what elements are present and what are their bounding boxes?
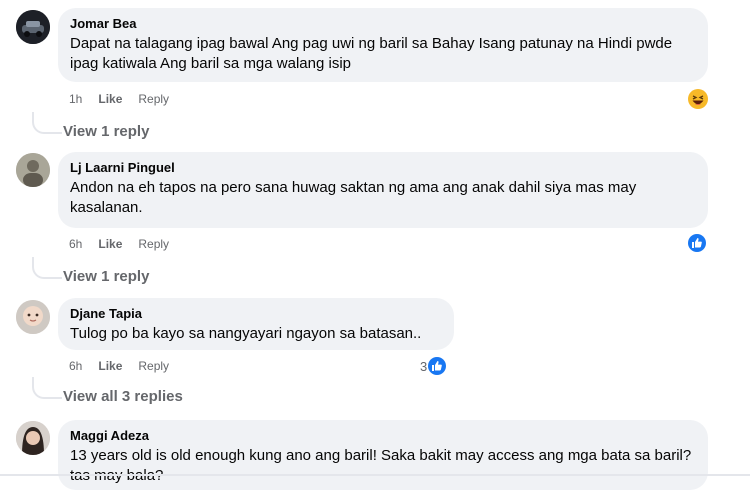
avatar-car-image [16, 10, 50, 44]
reaction-summary[interactable] [688, 234, 706, 252]
comment-text: Tulog po ba kayo sa nangyayari ngayon sa… [70, 325, 422, 342]
reply-thread-line [32, 112, 62, 134]
commenter-name[interactable]: Lj Laarni Pinguel [70, 160, 696, 176]
commenter-name[interactable]: Maggi Adeza [70, 428, 696, 444]
like-button[interactable]: Like [98, 237, 122, 251]
comment-text: Dapat na talagang ipag bawal Ang pag uwi… [70, 35, 673, 72]
like-button[interactable]: Like [98, 359, 122, 373]
comment-time[interactable]: 1h [69, 92, 82, 106]
reply-button[interactable]: Reply [138, 237, 169, 251]
reply-thread-line [32, 257, 62, 279]
comment-text: Andon na eh tapos na pero sana huwag sak… [70, 179, 637, 216]
reaction-summary[interactable]: 3 [420, 357, 447, 375]
like-icon [428, 357, 447, 375]
comment-bubble: Maggi Adeza 13 years old is old enough k… [58, 420, 708, 490]
commenter-name[interactable]: Jomar Bea [70, 16, 696, 32]
view-replies-link[interactable]: View 1 reply [63, 123, 149, 140]
view-replies-link[interactable]: View all 3 replies [63, 388, 183, 405]
comment-actions: 6h Like Reply [69, 359, 169, 373]
commenter-name[interactable]: Djane Tapia [70, 306, 442, 322]
avatar-photo-image [16, 153, 50, 187]
avatar[interactable] [16, 300, 50, 334]
view-replies-link[interactable]: View 1 reply [63, 268, 149, 285]
comment-time[interactable]: 6h [69, 237, 82, 251]
reaction-summary[interactable] [688, 89, 708, 109]
reaction-count: 3 [420, 358, 428, 374]
reply-button[interactable]: Reply [138, 92, 169, 106]
haha-icon [688, 89, 708, 109]
scroll-divider [0, 474, 750, 476]
like-icon [688, 234, 706, 252]
comment-bubble: Djane Tapia Tulog po ba kayo sa nangyaya… [58, 298, 454, 350]
avatar-photo-image [16, 421, 50, 455]
avatar[interactable] [16, 421, 50, 455]
comment-bubble: Jomar Bea Dapat na talagang ipag bawal A… [58, 8, 708, 82]
avatar-baby-image [16, 300, 50, 334]
comment-time[interactable]: 6h [69, 359, 82, 373]
avatar[interactable] [16, 10, 50, 44]
comment-actions: 1h Like Reply [69, 92, 169, 106]
like-button[interactable]: Like [98, 92, 122, 106]
avatar[interactable] [16, 153, 50, 187]
comment-bubble: Lj Laarni Pinguel Andon na eh tapos na p… [58, 152, 708, 228]
comment-actions: 6h Like Reply [69, 237, 169, 251]
reply-thread-line [32, 377, 62, 399]
comment-text: 13 years old is old enough kung ano ang … [70, 447, 692, 484]
reply-button[interactable]: Reply [138, 359, 169, 373]
